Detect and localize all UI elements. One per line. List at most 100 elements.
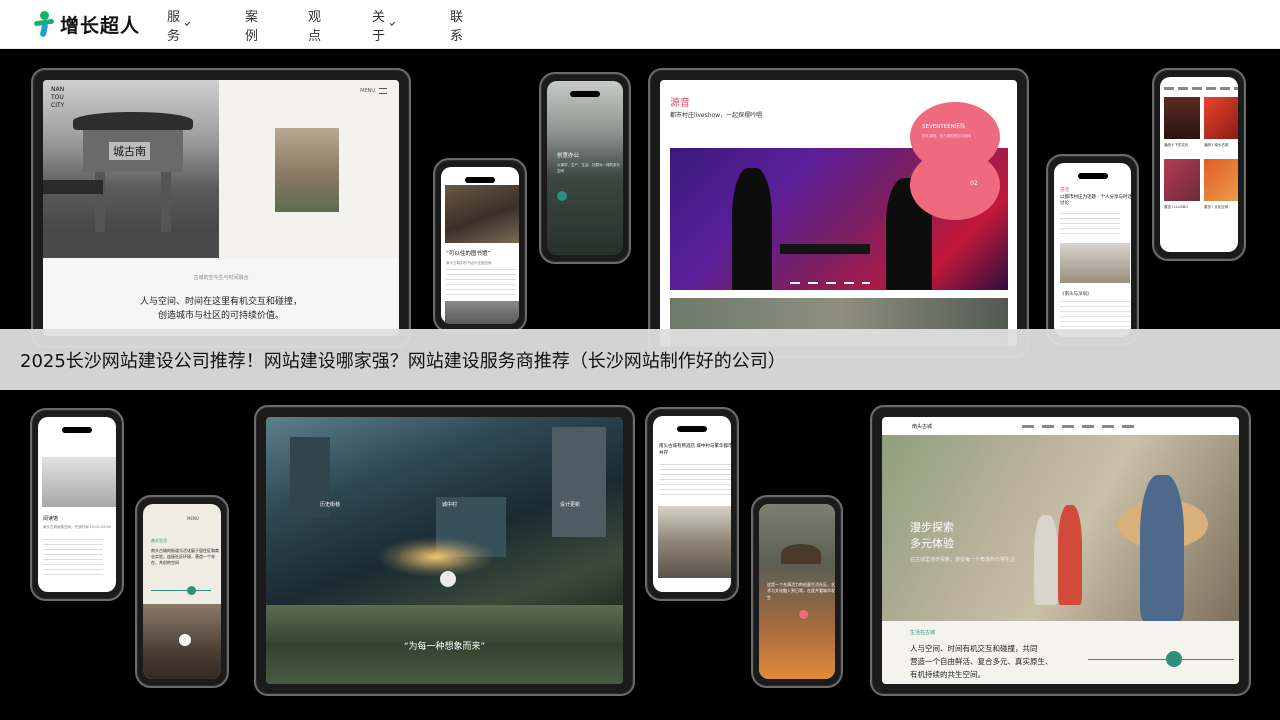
map-label: 历史街巷 [320,502,341,508]
progress-line [1088,659,1234,660]
nav-item-contact[interactable]: 联系 [450,6,463,44]
map-label: 设计更新 [560,502,581,508]
card-heading: 以都市村庄为话题 - 个人分享与时话讨论 [1060,195,1131,207]
site-logo[interactable]: 增长超人 [33,10,141,38]
phone-notch [1077,173,1108,179]
play-icon[interactable] [179,634,191,646]
site-logo-text: 南头古城 [912,424,933,430]
phone-mockup: “可以住的图书馆” 南头古城中的书店与住宿空间 [433,158,527,333]
menu-label: MENU [360,88,375,94]
adult-figure [1140,475,1184,621]
phone-mockup: 潘统十下的文化 潘统1 南头古城 展览 I LLUSBO 展览 I 文化空间 [1152,68,1246,261]
card-heading: “可以住的图书馆” [446,251,491,257]
quote-text: “为每一种想象而来” [403,642,486,652]
hero-headline-1: 漫步探索 [910,521,954,534]
article-title[interactable]: 2025长沙网站建设公司推荐！网站建设哪家强？网站建设服务商推荐（长沙网站制作好… [20,347,786,373]
stage-table [780,244,870,254]
section-headline-1: 人与空间、时间在这里有机交互和碰撞， [139,297,302,307]
phone-screen: 南头古城有熊酒店 城中村与繁华都市共存 [653,416,731,592]
menu-icon [379,88,387,94]
event-subtitle: 都市村庄liveshow，一起探摆吟唱 [670,112,763,119]
arrow-button-icon[interactable] [1166,651,1182,667]
phone-mockup: 创意办公 以美学、生产、生活、社群为一体的多元空间 [539,72,631,264]
phone-mockup: 南头古城有熊酒店 城中村与繁华都市共存 [645,407,739,601]
gate-sign: 城古南 [109,142,150,160]
nav-links[interactable] [1022,425,1142,428]
phone-screen: “可以住的图书馆” 南头古城中的书店与住宿空间 [441,167,519,324]
event-card-title: 潘统十下的文化 [1164,143,1189,147]
lights [376,537,496,577]
photo-event [1204,159,1238,201]
progress-line [151,590,211,591]
slider-dots[interactable] [790,282,870,284]
section-headline-2: 创造城市与社区的可持续价值。 [157,311,284,321]
text-lines [659,464,731,498]
phone-screen: 阅读馆 南头古城阅读空间，开放时间 10:00-20:00 [38,417,116,592]
event-badge-circle: SEVENTEEN乐队 乐队演唱，在古城的夜空中回响 02 [910,102,1000,232]
event-title: 源音 [670,98,690,109]
gate-pillar-right [161,172,171,232]
building [552,427,606,537]
phone-screen: 游活 以都市村庄为话题 - 个人分享与时话讨论 《南头与深圳》 [1054,163,1131,337]
nav-item-services[interactable]: 服务 [167,6,191,44]
nav-label: 关于 [372,9,386,44]
article-title-banner: 2025长沙网站建设公司推荐！网站建设哪家强？网站建设服务商推荐（长沙网站制作好… [0,329,1280,390]
phone-screen: MENU 南头生活 南头古城的街道与活化展于居住区和商业实验，连接社区环境，营造… [143,504,221,679]
child-figure [1058,505,1082,605]
arrow-button-icon[interactable] [187,586,196,595]
card-body: 南头古城阅读空间，开放时间 10:00-20:00 [43,525,112,529]
slide-page-number: 02 [970,180,978,187]
card-body: 南头古城中的书店与住宿空间 [446,261,492,265]
text-lines [446,269,516,297]
photo-event [1204,97,1238,139]
tablet-screen: 南头古城 漫步探索 多元体验 在古城里漫步探索，感受每一个角落的日常生活 生活在… [882,417,1239,684]
nav-label: 案例 [245,9,259,44]
photo-talk [1060,243,1130,283]
phone-notch [570,91,600,97]
logo-text: 增长超人 [60,14,141,37]
content-panel: 生活在古城 人与空间、时间有机交互和碰撞，共同 营造一个自由鲜活、复合多元、真实… [882,621,1239,684]
arrow-button-icon[interactable] [557,191,567,201]
card-heading: 这是一个充满活力的创意生活社区，艺术与文化融入到日常，在此共看城市发生 [767,582,835,600]
menu-label: MENU [187,516,199,521]
photo-event [1164,159,1200,201]
nav-item-insights[interactable]: 观点 [308,6,321,44]
intro-panel: MENU [219,80,399,258]
tablet-mockup: 南头古城 漫步探索 多元体验 在古城里漫步探索，感受每一个角落的日常生活 生活在… [870,405,1251,696]
phone-screen: 创意办公 以美学、生产、生活、社群为一体的多元空间 [547,81,623,255]
section-body-2: 营造一个自由鲜活、复合多元、真实原生、 [910,657,1053,666]
phone-screen: 这是一个充满活力的创意生活社区，艺术与文化融入到日常，在此共看城市发生 [759,504,835,679]
side-roof [43,180,103,194]
umbrella [781,544,821,564]
site-logo-text: NAN TOU CITY [51,86,65,109]
phone-notch [465,177,495,183]
photo-glass [42,457,116,507]
nav-label: 联系 [450,9,464,44]
circle-bottom [910,150,1000,220]
section-body-3: 有机持续的共生空间。 [910,670,985,679]
phone-mockup: 这是一个充满活力的创意生活社区，艺术与文化融入到日常，在此共看城市发生 [751,495,843,688]
text-lines [43,539,103,575]
card-heading: 阅读馆 [43,516,59,522]
text-lines [1060,301,1130,331]
section-tag: 生活在古城 [910,630,936,636]
gate-roof [73,112,193,130]
performer-silhouette [732,168,772,290]
top-navbar: 增长超人 服务 案例 观点 关于 联系 [0,0,1280,49]
arrow-button-icon[interactable] [799,610,808,619]
phone-mockup: 阅读馆 南头古城阅读空间，开放时间 10:00-20:00 [30,408,124,601]
event-card-title: 展览 I 文化空间 [1204,205,1229,209]
nav-item-about[interactable]: 关于 [372,6,396,44]
nav-item-cases[interactable]: 案例 [245,6,258,44]
ground [43,232,219,258]
tablet-mockup: 源音 都市村庄liveshow，一起探摆吟唱 SEVENTEEN乐队 乐队演唱，… [648,68,1029,358]
photo-library [445,185,519,243]
phone-mockup: MENU 南头生活 南头古城的街道与活化展于居住区和商业实验，连接社区环境，营造… [135,495,229,688]
nav-label: 观点 [308,9,322,44]
nav-tabs[interactable] [1164,87,1238,90]
chevron-down-icon [184,20,191,27]
bottom-panel: 古城的空今生与时间融合 人与空间、时间在这里有机交互和碰撞， 创造城市与社区的可… [43,258,399,336]
hero-headline-2: 多元体验 [910,537,954,550]
play-icon[interactable] [440,571,456,587]
card-heading: 南头古城的街道与活化展于居住区和商业实验，连接社区环境，营造一个亦在、共创的空间 [151,548,219,565]
